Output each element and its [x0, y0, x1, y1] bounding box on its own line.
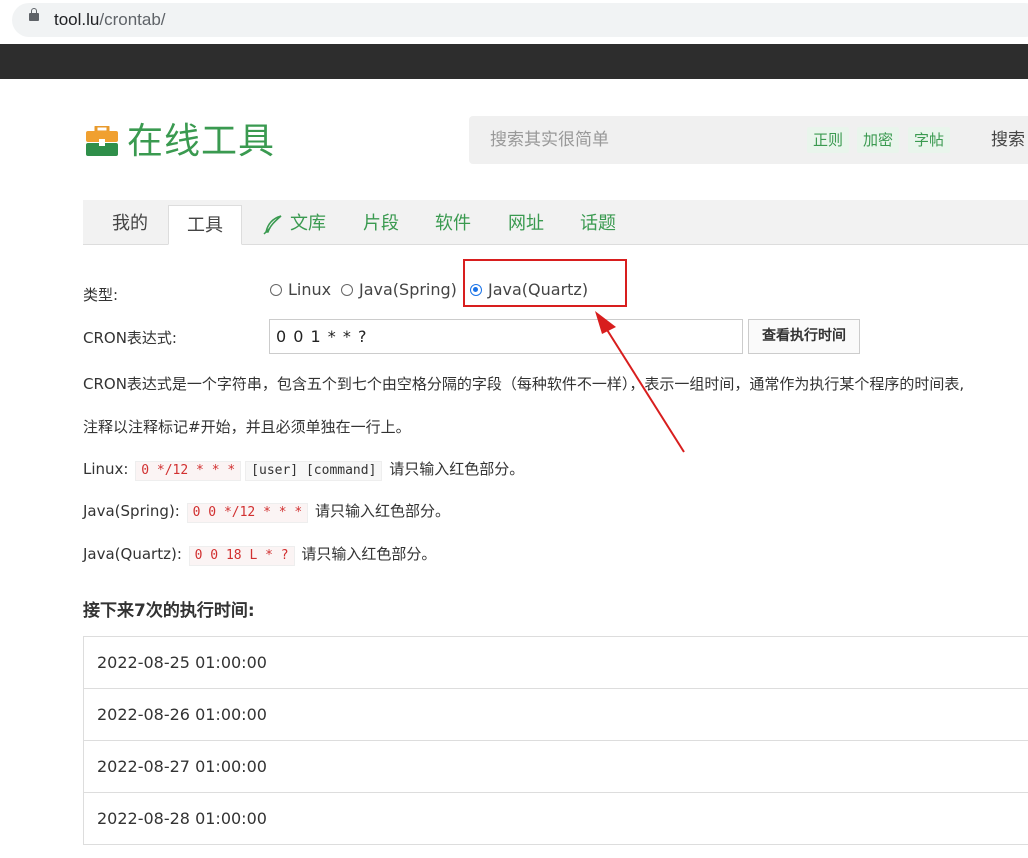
code-snippet: [user] [command]	[245, 461, 383, 481]
type-label: 类型:	[83, 286, 119, 304]
cron-label: CRON表达式:	[83, 329, 177, 347]
table-row: 2022-08-25 01:00:00	[83, 637, 1028, 689]
example-java-spring: Java(Spring): 0 0 */12 * * * 请只输入红色部分。	[83, 500, 450, 523]
example-java-quartz: Java(Quartz): 0 0 18 L * ? 请只输入红色部分。	[83, 543, 436, 566]
tag-regex[interactable]: 正则	[807, 127, 850, 153]
annotation-highlight-box	[463, 259, 627, 307]
lock-icon[interactable]	[29, 8, 39, 21]
cron-expression-input[interactable]	[269, 319, 743, 354]
tab-websites[interactable]: 网址	[508, 211, 544, 237]
toolbox-icon	[86, 126, 118, 156]
radio-button[interactable]	[341, 284, 353, 296]
tab-topics[interactable]: 话题	[580, 211, 616, 237]
search-button[interactable]: 搜索	[991, 128, 1025, 152]
code-snippet: 0 */12 * * *	[135, 461, 242, 481]
tab-software[interactable]: 软件	[435, 211, 471, 237]
radio-java-spring[interactable]: Java(Spring)	[341, 280, 457, 300]
tab-library[interactable]: 文库	[290, 211, 326, 237]
tab-tools[interactable]: 工具	[168, 205, 242, 245]
results-heading: 接下来7次的执行时间:	[83, 601, 255, 621]
table-row: 2022-08-28 01:00:00	[83, 793, 1028, 845]
search-input[interactable]	[490, 128, 790, 152]
table-row: 2022-08-26 01:00:00	[83, 689, 1028, 741]
results-table: 2022-08-25 01:00:00 2022-08-26 01:00:00 …	[83, 636, 1028, 845]
tag-encrypt[interactable]: 加密	[857, 127, 900, 153]
tab-mine[interactable]: 我的	[112, 211, 148, 237]
table-row: 2022-08-27 01:00:00	[83, 741, 1028, 793]
code-snippet: 0 0 18 L * ?	[188, 546, 295, 566]
tab-snippets[interactable]: 片段	[363, 211, 399, 237]
radio-button[interactable]	[270, 284, 282, 296]
site-top-bar	[0, 44, 1028, 79]
tag-copybook[interactable]: 字帖	[908, 127, 951, 153]
view-execution-times-button[interactable]: 查看执行时间	[748, 319, 860, 354]
site-logo-text[interactable]: 在线工具	[127, 120, 275, 164]
radio-linux[interactable]: Linux	[270, 280, 331, 300]
description-text: CRON表达式是一个字符串，包含五个到七个由空格分隔的字段（每种软件不一样），表…	[83, 375, 965, 393]
code-snippet: 0 0 */12 * * *	[186, 503, 309, 523]
example-linux: Linux: 0 */12 * * * [user] [command] 请只输入…	[83, 458, 524, 481]
url-text[interactable]: tool.lu/crontab/	[54, 9, 166, 31]
browser-toolbar: tool.lu/crontab/	[0, 0, 1028, 44]
quill-icon	[263, 215, 282, 235]
comment-note: 注释以注释标记#开始，并且必须单独在一行上。	[83, 418, 411, 436]
